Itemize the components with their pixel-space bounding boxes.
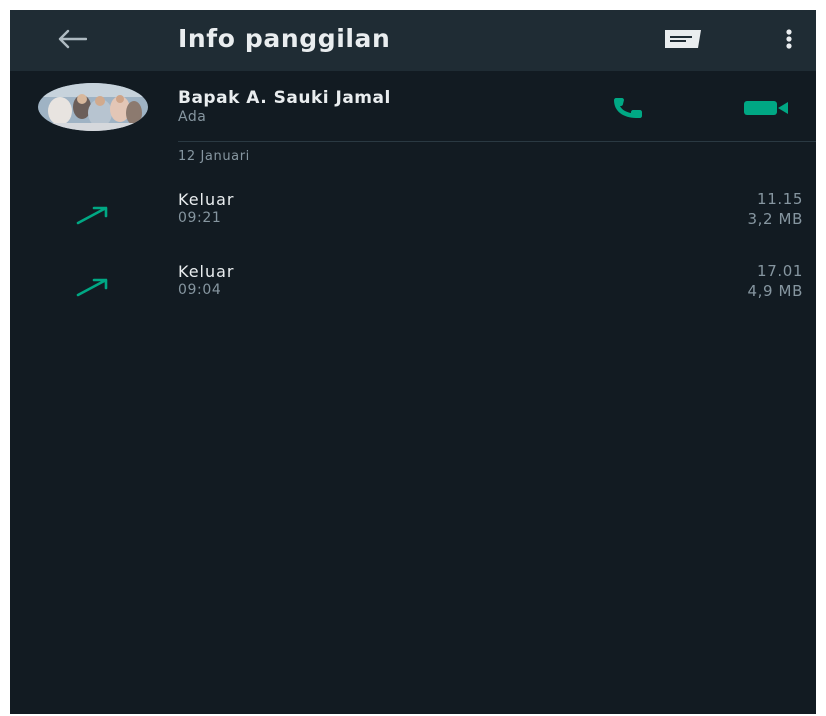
page-title: Info panggilan [178,24,391,53]
avatar[interactable] [38,83,148,131]
contact-name: Bapak A. Sauki Jamal [178,88,391,108]
contact-row: Bapak A. Sauki Jamal Ada [10,71,816,141]
call-type: Keluar [178,190,235,209]
outgoing-arrow-icon [72,272,112,302]
contact-status: Ada [178,109,207,125]
call-row[interactable]: Keluar 09:21 11.15 3,2 MB [10,190,816,250]
call-time: 09:21 [178,210,222,226]
message-button[interactable] [660,28,706,54]
call-data-size: 4,9 MB [747,282,803,300]
more-options-button[interactable] [774,26,804,56]
call-duration: 17.01 [757,262,803,280]
videocam-icon [742,99,792,121]
call-time: 09:04 [178,282,222,298]
date-header: 12 Januari [178,149,250,164]
voice-call-button[interactable] [608,93,658,127]
arrow-left-icon [57,29,88,53]
divider [178,141,816,142]
phone-icon [611,97,655,123]
app-bar: Info panggilan [10,10,816,71]
call-duration: 11.15 [757,190,803,208]
more-vertical-icon [785,28,793,54]
back-button[interactable] [50,24,94,58]
call-data-size: 3,2 MB [747,210,803,228]
call-info-screen: Info panggilan Bapak A. Sauki Jamal Ada … [10,10,816,714]
message-icon [662,28,704,54]
call-row[interactable]: Keluar 09:04 17.01 4,9 MB [10,262,816,322]
video-call-button[interactable] [736,93,798,127]
outgoing-arrow-icon [72,200,112,230]
call-type: Keluar [178,262,235,281]
